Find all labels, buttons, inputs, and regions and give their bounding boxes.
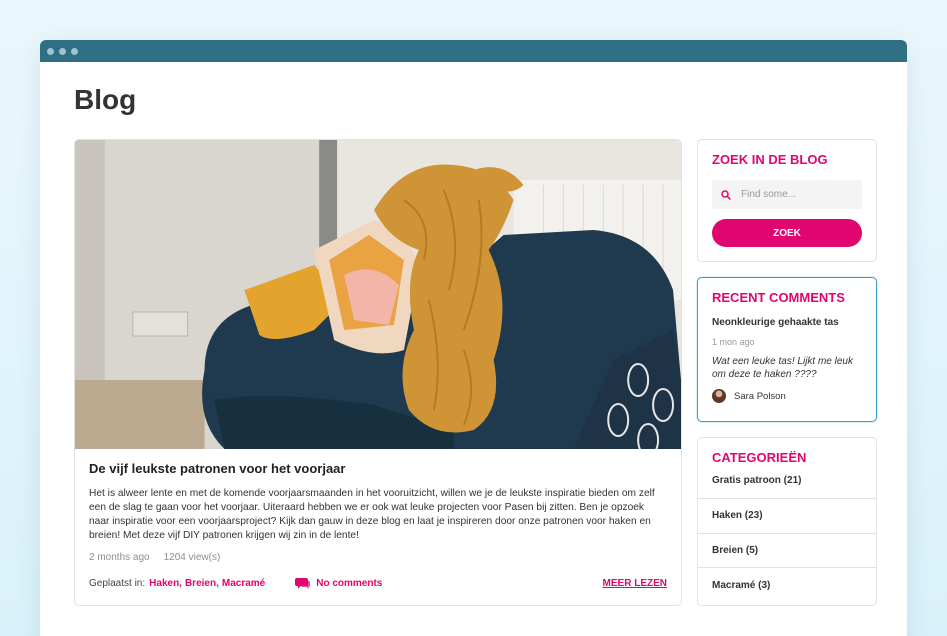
categories-title: CATEGORIEËN [712, 450, 807, 465]
window-dot [47, 47, 54, 55]
search-widget: ZOEK IN DE BLOG ZOEK [697, 139, 877, 262]
post-time: 2 months ago [89, 552, 150, 563]
categories-widget: CATEGORIEËN Gratis patroon (21) Haken (2… [697, 437, 877, 606]
category-separator: , [216, 577, 219, 589]
posted-in-label: Geplaatst in: [89, 577, 146, 589]
comment-post-title[interactable]: Neonkleurige gehaakte tas [712, 317, 862, 328]
comments-label: No comments [316, 577, 383, 589]
comments-link[interactable]: No comments [295, 577, 382, 589]
recent-comments-title: RECENT COMMENTS [712, 290, 845, 305]
post-body: De vijf leukste patronen voor het voorja… [75, 449, 681, 589]
comment-time: 1 mon ago [712, 337, 755, 347]
window-dot [71, 47, 78, 55]
search-icon [721, 189, 731, 200]
category-list: Gratis patroon (21) Haken (23) Breien (5… [698, 473, 876, 603]
window-titlebar [40, 40, 907, 62]
post-meta: 2 months ago 1204 view(s) [89, 552, 667, 563]
category-item[interactable]: Gratis patroon (21) [698, 473, 876, 499]
category-separator: , [179, 577, 182, 589]
avatar [712, 389, 726, 403]
search-box[interactable] [712, 180, 862, 209]
window-dot [59, 47, 66, 55]
comment-author-name: Sara Polson [734, 390, 786, 402]
read-more-link[interactable]: MEER LEZEN [603, 578, 667, 589]
search-input[interactable] [741, 189, 851, 200]
post-image[interactable] [75, 140, 681, 449]
post-excerpt: Het is alweer lente en met de komende vo… [89, 488, 655, 541]
post-views: 1204 view(s) [163, 552, 221, 563]
post-category-link[interactable]: Haken [149, 578, 179, 589]
category-item[interactable]: Haken (23) [698, 499, 876, 534]
page-title: Blog [74, 84, 137, 115]
post-card: De vijf leukste patronen voor het voorja… [74, 139, 682, 606]
browser-window: Blog De vijf leukste patronen voor het v… [40, 40, 907, 636]
category-item[interactable]: Macramé (3) [698, 568, 876, 603]
comment-bubble-icon [295, 578, 311, 589]
comment-text: Wat een leuke tas! Lijkt me leuk om deze… [712, 356, 853, 380]
post-category-link[interactable]: Macramé [222, 578, 265, 589]
post-title[interactable]: De vijf leukste patronen voor het voorja… [89, 461, 667, 476]
recent-comments-widget: RECENT COMMENTS Neonkleurige gehaakte ta… [697, 277, 877, 422]
search-button[interactable]: ZOEK [712, 219, 862, 247]
comment-author: Sara Polson [712, 389, 862, 403]
search-widget-title: ZOEK IN DE BLOG [712, 152, 828, 167]
post-footer: Geplaatst in: Haken, Breien, Macramé No … [89, 577, 667, 589]
category-item[interactable]: Breien (5) [698, 534, 876, 568]
post-category-link[interactable]: Breien [185, 578, 216, 589]
